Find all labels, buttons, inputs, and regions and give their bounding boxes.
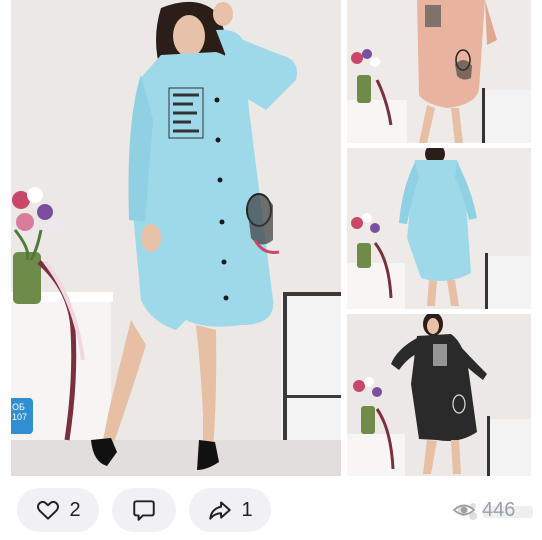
share-count: 1 — [241, 498, 253, 521]
badge-line-1: ОБ — [12, 402, 25, 412]
thumb-peach-illustration — [347, 0, 531, 143]
badge-line-2: 107 — [12, 412, 28, 422]
like-button[interactable]: 2 — [17, 488, 99, 532]
main-product-photo[interactable]: ОБ 107 — [11, 0, 341, 476]
promo-badge: ОБ 107 — [11, 398, 33, 434]
thumb-black-illustration — [347, 314, 531, 476]
thumb-blue-illustration — [347, 148, 531, 309]
main-photo-illustration — [11, 0, 341, 476]
thumbnail-photo-peach[interactable] — [347, 0, 531, 143]
comment-button[interactable] — [112, 488, 176, 532]
heart-icon — [37, 500, 60, 520]
views-counter: 446 — [452, 498, 515, 522]
thumbnail-photo-black[interactable] — [347, 314, 531, 476]
post-card: ОБ 107 2 1 446 — [0, 0, 542, 540]
share-button[interactable]: 1 — [189, 488, 271, 532]
action-bar: 2 1 446 — [0, 488, 542, 532]
like-count: 2 — [69, 498, 81, 521]
share-arrow-icon — [209, 501, 232, 520]
eye-icon — [452, 504, 476, 516]
comment-icon — [133, 500, 155, 521]
views-count: 446 — [482, 498, 516, 521]
thumbnail-photo-blue-back[interactable] — [347, 148, 531, 309]
